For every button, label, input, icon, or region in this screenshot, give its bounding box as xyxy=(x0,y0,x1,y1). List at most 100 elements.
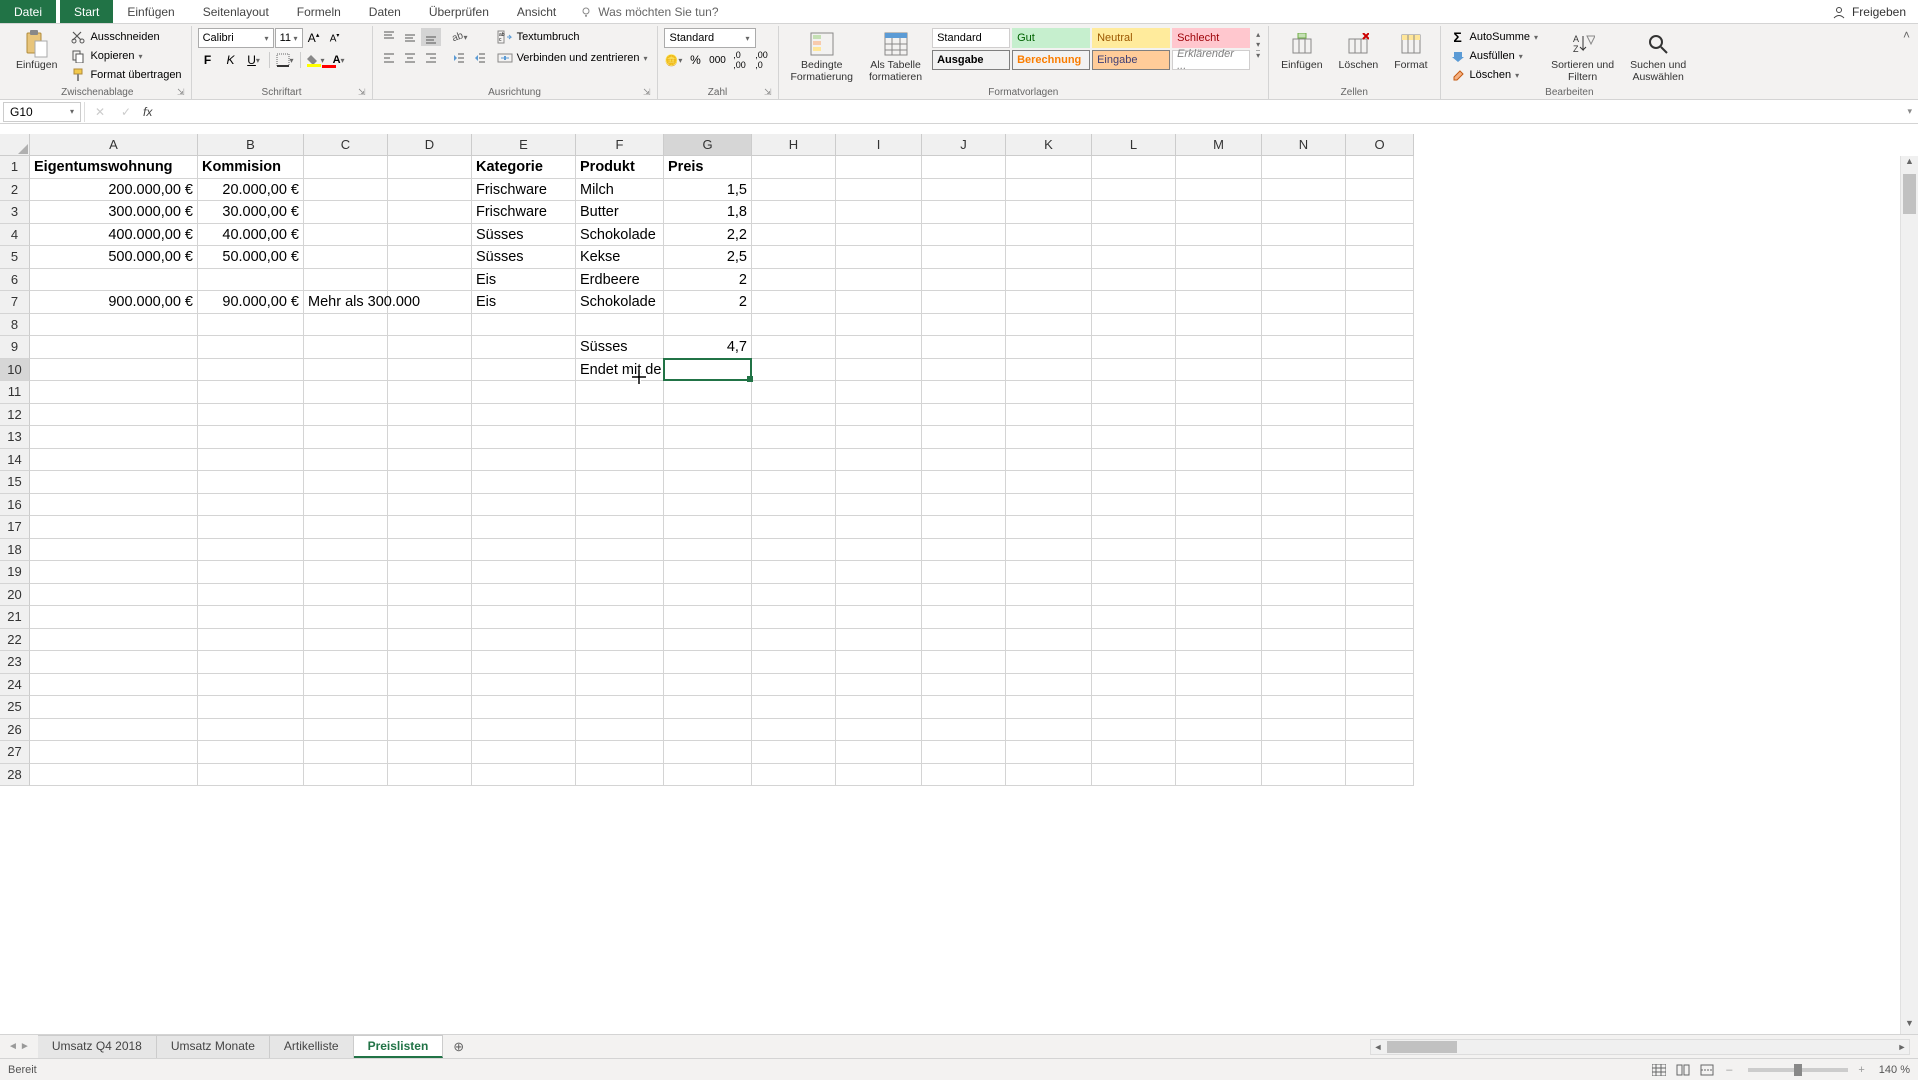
copy-button[interactable]: Kopieren ▾ xyxy=(67,47,184,65)
comma-format-button[interactable]: 000 xyxy=(708,51,728,69)
cell[interactable] xyxy=(1176,269,1262,292)
cell[interactable] xyxy=(1346,471,1414,494)
cell[interactable] xyxy=(1262,539,1346,562)
cell[interactable] xyxy=(1346,539,1414,562)
cell[interactable] xyxy=(472,674,576,697)
row-header[interactable]: 27 xyxy=(0,741,30,764)
cell[interactable] xyxy=(1176,291,1262,314)
cell[interactable] xyxy=(1006,494,1092,517)
cell[interactable] xyxy=(1092,291,1176,314)
cell[interactable] xyxy=(1262,269,1346,292)
column-header[interactable]: F xyxy=(576,134,664,156)
cell[interactable] xyxy=(304,179,388,202)
row-header[interactable]: 24 xyxy=(0,674,30,697)
cell[interactable]: Eigentumswohnung xyxy=(30,156,198,179)
cell[interactable] xyxy=(1006,561,1092,584)
cell[interactable] xyxy=(836,336,922,359)
cell[interactable] xyxy=(1262,719,1346,742)
cell[interactable]: Eis xyxy=(472,269,576,292)
cell[interactable] xyxy=(472,404,576,427)
cell[interactable] xyxy=(1092,516,1176,539)
styles-scroll-up-icon[interactable]: ▴ xyxy=(1256,30,1260,39)
cell[interactable] xyxy=(752,606,836,629)
cell-style-gut[interactable]: Gut xyxy=(1012,28,1090,48)
cell[interactable] xyxy=(388,381,472,404)
cell[interactable] xyxy=(576,516,664,539)
row-header[interactable]: 10 xyxy=(0,359,30,382)
cell[interactable] xyxy=(30,584,198,607)
styles-expand-icon[interactable]: ▾ xyxy=(1256,50,1260,60)
cell[interactable] xyxy=(198,539,304,562)
cell[interactable] xyxy=(752,696,836,719)
cell[interactable] xyxy=(752,584,836,607)
tab-data[interactable]: Daten xyxy=(355,0,415,23)
tell-me-search[interactable]: Was möchten Sie tun? xyxy=(570,0,728,23)
cell[interactable] xyxy=(1176,584,1262,607)
cell[interactable] xyxy=(198,516,304,539)
cell[interactable] xyxy=(30,449,198,472)
cell[interactable] xyxy=(576,741,664,764)
cancel-formula-button[interactable]: ✕ xyxy=(91,105,109,119)
cell[interactable] xyxy=(836,516,922,539)
cell[interactable] xyxy=(922,291,1006,314)
cell[interactable] xyxy=(1346,606,1414,629)
cell[interactable] xyxy=(752,224,836,247)
cell[interactable] xyxy=(388,426,472,449)
cell[interactable] xyxy=(1176,314,1262,337)
cell[interactable] xyxy=(1262,516,1346,539)
cell[interactable] xyxy=(472,719,576,742)
sheet-nav-prev-icon[interactable]: ◄ xyxy=(8,1041,18,1052)
cell[interactable] xyxy=(198,494,304,517)
cell[interactable] xyxy=(472,741,576,764)
cell[interactable] xyxy=(1262,471,1346,494)
cell[interactable]: 2,2 xyxy=(664,224,752,247)
cell[interactable] xyxy=(1346,156,1414,179)
cell[interactable] xyxy=(30,516,198,539)
accounting-format-button[interactable]: 🪙▾ xyxy=(664,51,684,69)
cell[interactable] xyxy=(836,359,922,382)
normal-view-button[interactable] xyxy=(1648,1061,1670,1079)
cell[interactable] xyxy=(1176,201,1262,224)
cell[interactable] xyxy=(1346,404,1414,427)
formula-input[interactable] xyxy=(160,103,1895,121)
increase-indent-button[interactable] xyxy=(470,49,490,67)
cell[interactable] xyxy=(1006,764,1092,787)
cell[interactable] xyxy=(752,494,836,517)
cell[interactable] xyxy=(1176,426,1262,449)
row-header[interactable]: 14 xyxy=(0,449,30,472)
cell[interactable] xyxy=(664,606,752,629)
cell[interactable] xyxy=(1006,336,1092,359)
cell[interactable] xyxy=(388,651,472,674)
cell[interactable] xyxy=(1092,606,1176,629)
cell[interactable] xyxy=(922,314,1006,337)
cell[interactable] xyxy=(664,516,752,539)
tab-view[interactable]: Ansicht xyxy=(503,0,570,23)
cell[interactable] xyxy=(30,651,198,674)
cell[interactable]: 2 xyxy=(664,269,752,292)
cell[interactable] xyxy=(576,539,664,562)
column-headers[interactable]: ABCDEFGHIJKLMNO xyxy=(30,134,1900,156)
cell[interactable] xyxy=(664,584,752,607)
row-header[interactable]: 26 xyxy=(0,719,30,742)
cell[interactable] xyxy=(304,224,388,247)
cell[interactable] xyxy=(304,471,388,494)
cell[interactable] xyxy=(1262,674,1346,697)
cell[interactable] xyxy=(304,561,388,584)
cell[interactable] xyxy=(304,764,388,787)
cell[interactable] xyxy=(1176,764,1262,787)
dialog-launcher-icon[interactable]: ⇲ xyxy=(358,87,366,98)
cell[interactable] xyxy=(1262,561,1346,584)
bold-button[interactable]: F xyxy=(198,51,218,69)
cell[interactable] xyxy=(1092,494,1176,517)
cell[interactable] xyxy=(1092,314,1176,337)
cell[interactable] xyxy=(922,719,1006,742)
zoom-slider[interactable] xyxy=(1748,1068,1848,1072)
cell[interactable] xyxy=(836,651,922,674)
cell[interactable] xyxy=(1006,606,1092,629)
cell[interactable] xyxy=(1006,381,1092,404)
cell[interactable] xyxy=(1006,291,1092,314)
cell[interactable] xyxy=(1006,156,1092,179)
cell[interactable] xyxy=(1092,179,1176,202)
cell[interactable] xyxy=(922,629,1006,652)
sheet-tab[interactable]: Artikelliste xyxy=(270,1035,354,1058)
